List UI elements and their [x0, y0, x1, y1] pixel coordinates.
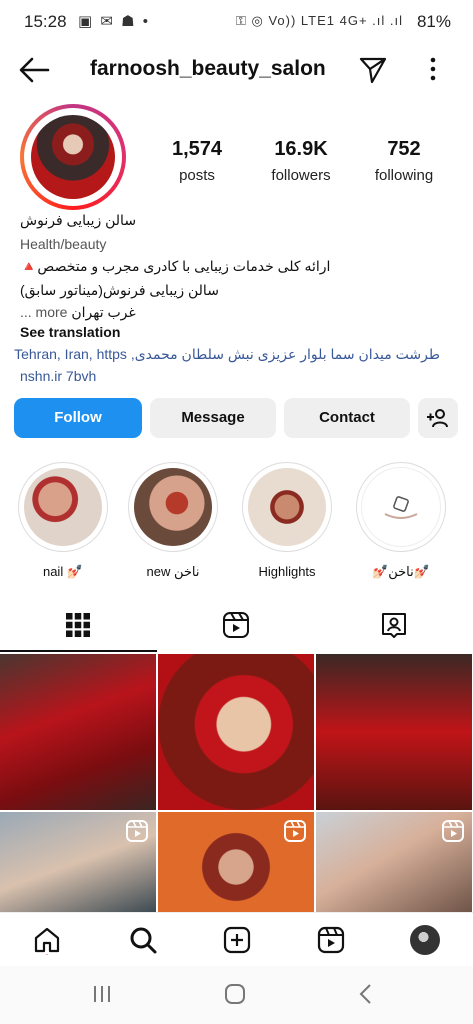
tab-reels[interactable]: [158, 600, 315, 650]
post-tile[interactable]: [0, 654, 156, 810]
status-bar: 15:28 ▣ ✉ ☗ • ⚿ ◎ Vo)) LTE1 4G+ .ıl .ıl …: [0, 0, 473, 44]
notification-icons: ▣ ✉ ☗ •: [78, 13, 150, 30]
reel-badge-icon: [284, 820, 306, 842]
reel-badge-icon: [126, 820, 148, 842]
system-navigation: [0, 966, 473, 1024]
profile-name: سالن زیبایی فرنوش: [20, 212, 137, 228]
nail-logo-icon: [384, 496, 418, 519]
website-link[interactable]: nshn.ir 7bvh: [20, 368, 96, 384]
bio-line-1: ارائه کلی خدمات زیبایی با کادری مجرب و م…: [20, 258, 331, 274]
profile-avatar[interactable]: [20, 104, 126, 210]
highlight-ring: [18, 462, 108, 552]
highlight-nail-fa[interactable]: 💅🏻ناخن💅🏻: [356, 462, 446, 580]
reel-tile[interactable]: [316, 812, 472, 912]
tagged-icon: [382, 613, 406, 638]
posts-label: posts: [179, 167, 215, 184]
reel-tile[interactable]: [158, 812, 314, 912]
search-icon[interactable]: [128, 925, 158, 955]
recent-apps-icon[interactable]: [92, 984, 112, 1004]
highlight-label: nail 💅🏻: [42, 564, 84, 579]
highlight-label: Highlights: [258, 564, 316, 579]
message-button[interactable]: Message: [150, 398, 276, 438]
more-vertical-icon[interactable]: [424, 54, 442, 84]
signal-icons: ⚿ ◎ Vo)) LTE1 4G+ .ıl .ıl: [235, 13, 403, 28]
profile-category: Health/beauty: [20, 236, 107, 252]
highlight-thumbnail: [24, 468, 102, 546]
username-title: farnoosh_beauty_salon: [90, 57, 326, 80]
more-link[interactable]: ... more: [20, 304, 67, 320]
grid-icon: [66, 613, 90, 637]
highlight-new-nail[interactable]: new ناخن: [128, 462, 218, 580]
highlight-thumbnail: [134, 468, 212, 546]
profile-avatar[interactable]: [410, 925, 440, 955]
reel-badge-icon: [442, 820, 464, 842]
avatar-border: [24, 108, 122, 206]
address-link[interactable]: طرشت میدان سما بلوار عزیزی نبش سلطان محم…: [14, 346, 440, 363]
followers-count: 16.9K: [274, 138, 328, 160]
highlight-highlights[interactable]: Highlights: [242, 462, 332, 579]
follow-button[interactable]: Follow: [14, 398, 142, 438]
profile-tabs: [0, 600, 473, 652]
following-count: 752: [387, 138, 421, 160]
followers-label: followers: [271, 167, 331, 184]
highlight-thumbnail: [248, 468, 326, 546]
posts-stat[interactable]: 1,574 posts: [147, 138, 247, 184]
highlight-label: new ناخن: [146, 564, 200, 579]
tab-posts-grid[interactable]: [0, 600, 157, 652]
back-arrow-icon[interactable]: [18, 56, 50, 84]
bio-line-2: سالن زیبایی فرنوش(میناتور سابق): [20, 282, 219, 298]
home-icon[interactable]: [32, 925, 62, 955]
suggest-people-button[interactable]: [418, 398, 458, 438]
reels-icon[interactable]: [316, 925, 346, 955]
create-icon[interactable]: [222, 925, 252, 955]
following-label: following: [374, 167, 434, 184]
see-translation-link[interactable]: See translation: [20, 324, 120, 340]
add-person-icon: [427, 409, 448, 428]
following-stat[interactable]: 752 following: [354, 138, 454, 184]
post-tile[interactable]: [316, 654, 472, 810]
highlight-ring: [356, 462, 446, 552]
reels-icon: [223, 612, 249, 638]
post-tile[interactable]: [158, 654, 314, 810]
contact-button[interactable]: Contact: [284, 398, 410, 438]
battery-level: 81%: [416, 12, 451, 31]
back-nav-icon[interactable]: [358, 983, 374, 1005]
home-button-icon[interactable]: [224, 983, 246, 1005]
status-time: 15:28: [24, 12, 67, 31]
avatar-image: [31, 115, 115, 199]
bottom-navigation: [0, 912, 473, 967]
reel-tile[interactable]: [0, 812, 156, 912]
highlight-thumbnail: [361, 467, 441, 547]
highlight-ring: [128, 462, 218, 552]
bio-line-3: غرب تهران: [71, 304, 136, 320]
posts-count: 1,574: [171, 138, 223, 160]
tab-tagged[interactable]: [316, 600, 473, 650]
profile-header: farnoosh_beauty_salon: [0, 44, 473, 98]
highlight-label: 💅🏻ناخن💅🏻: [372, 564, 430, 579]
highlight-ring: [242, 462, 332, 552]
followers-stat[interactable]: 16.9K followers: [251, 138, 351, 184]
highlight-nail[interactable]: nail 💅🏻: [18, 462, 108, 580]
bio-line-3-row: ... more غرب تهران: [20, 304, 136, 321]
paper-plane-icon[interactable]: [358, 54, 388, 84]
